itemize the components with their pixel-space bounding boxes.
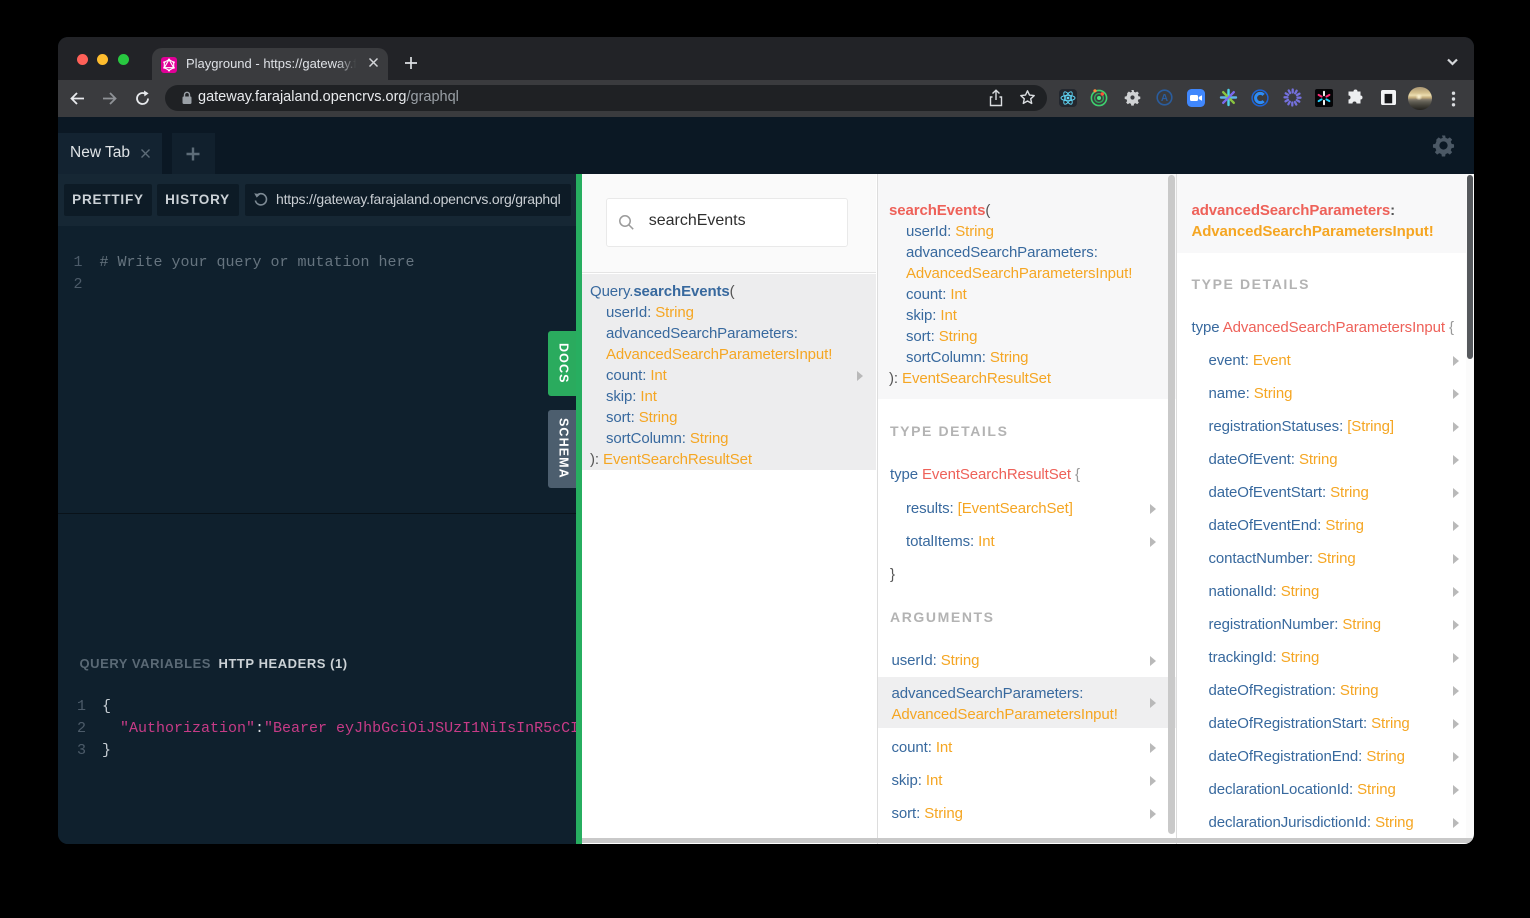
svg-text:A: A [1160,93,1167,104]
